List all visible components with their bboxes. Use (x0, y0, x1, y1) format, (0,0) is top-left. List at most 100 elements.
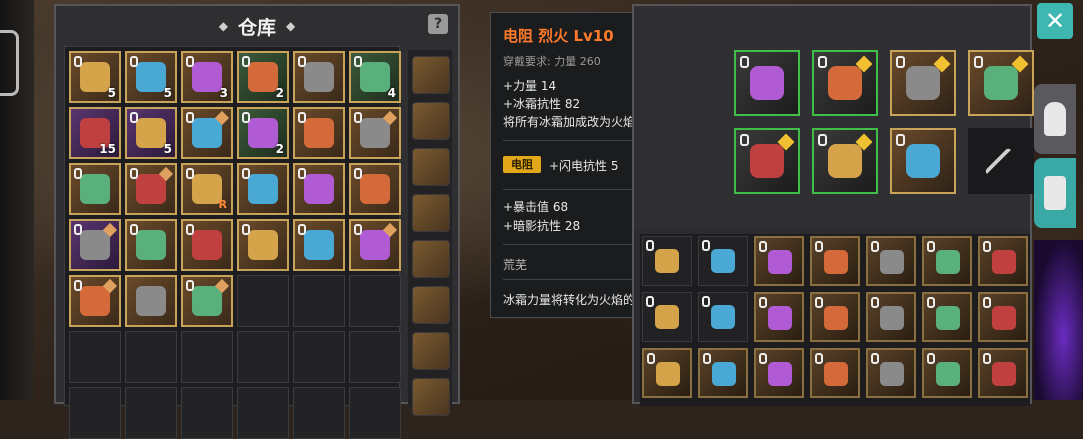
equipment-slot[interactable] (734, 128, 800, 194)
empty-slot[interactable] (181, 331, 233, 383)
empty-slot[interactable] (237, 275, 289, 327)
hex-side-button[interactable] (0, 30, 19, 96)
empty-slot[interactable] (181, 387, 233, 439)
side-item-slot[interactable] (412, 102, 450, 140)
empty-slot[interactable] (293, 275, 345, 327)
inventory-slot[interactable] (866, 292, 916, 342)
inventory-slot[interactable] (922, 292, 972, 342)
item-slot[interactable] (69, 219, 121, 271)
title-dot-right: ◆ (286, 19, 296, 33)
inventory-slot[interactable] (866, 236, 916, 286)
item-slot[interactable] (349, 107, 401, 159)
side-item-slot[interactable] (412, 286, 450, 324)
empty-slot[interactable] (293, 331, 345, 383)
inventory-slot[interactable] (754, 292, 804, 342)
side-item-slot[interactable] (412, 148, 450, 186)
side-item-slot[interactable] (412, 332, 450, 370)
item-slot[interactable]: 5 (69, 51, 121, 103)
item-slot[interactable] (125, 219, 177, 271)
item-slot[interactable]: 2 (237, 51, 289, 103)
inventory-slot[interactable] (810, 236, 860, 286)
lock-icon (983, 241, 991, 252)
item-slot[interactable] (181, 107, 233, 159)
inventory-slot[interactable] (978, 348, 1028, 398)
warehouse-grid: 5 5 3 2 4 15 5 2 R (64, 46, 401, 439)
item-slot[interactable] (125, 163, 177, 215)
empty-slot[interactable] (349, 387, 401, 439)
inventory-slot[interactable] (642, 292, 692, 342)
inventory-slot[interactable] (754, 236, 804, 286)
item-slot[interactable] (293, 107, 345, 159)
side-item-slot[interactable] (412, 378, 450, 416)
item-slot[interactable] (69, 163, 121, 215)
item-slot[interactable]: 5 (125, 51, 177, 103)
inventory-slot[interactable] (866, 348, 916, 398)
inventory-slot[interactable] (754, 348, 804, 398)
item-slot[interactable] (293, 163, 345, 215)
inventory-slot[interactable] (642, 236, 692, 286)
item-slot[interactable] (349, 219, 401, 271)
lock-icon (983, 297, 991, 308)
inventory-slot[interactable] (922, 236, 972, 286)
item-count: 3 (219, 86, 228, 100)
empty-slot[interactable] (69, 331, 121, 383)
item-slot[interactable] (69, 275, 121, 327)
item-slot[interactable] (181, 219, 233, 271)
inventory-slot[interactable] (810, 348, 860, 398)
item-slot[interactable] (293, 51, 345, 103)
inventory-slot[interactable] (810, 292, 860, 342)
item-slot[interactable] (181, 275, 233, 327)
item-slot[interactable]: R (181, 163, 233, 215)
equipment-slot[interactable] (890, 128, 956, 194)
inventory-slot[interactable] (698, 348, 748, 398)
item-slot[interactable]: 4 (349, 51, 401, 103)
side-item-slot[interactable] (412, 240, 450, 278)
equipment-slot[interactable] (812, 50, 878, 116)
item-slot[interactable] (293, 219, 345, 271)
item-slot[interactable] (237, 163, 289, 215)
empty-slot[interactable] (293, 387, 345, 439)
item-slot[interactable]: 2 (237, 107, 289, 159)
item-slot[interactable]: 3 (181, 51, 233, 103)
item-slot[interactable] (349, 163, 401, 215)
empty-slot[interactable] (237, 387, 289, 439)
inventory-slot[interactable] (698, 236, 748, 286)
close-icon[interactable]: ✕ (1037, 3, 1073, 39)
inventory-slot[interactable] (978, 292, 1028, 342)
empty-slot[interactable] (349, 331, 401, 383)
empty-slot[interactable] (69, 387, 121, 439)
help-icon[interactable]: ? (428, 14, 448, 34)
empty-slot[interactable] (125, 331, 177, 383)
side-item-slot[interactable] (412, 56, 450, 94)
side-item-slot[interactable] (412, 194, 450, 232)
item-slot[interactable]: 5 (125, 107, 177, 159)
lock-icon (242, 224, 250, 235)
inventory-slot[interactable] (642, 348, 692, 398)
item-slot[interactable] (125, 275, 177, 327)
empty-slot[interactable] (349, 275, 401, 327)
inventory-slot[interactable] (698, 292, 748, 342)
tab-armor[interactable] (1034, 158, 1076, 228)
item-icon (192, 118, 222, 148)
equipment-slot[interactable] (890, 50, 956, 116)
item-slot[interactable]: 15 (69, 107, 121, 159)
item-icon (360, 174, 390, 204)
inventory-item-icon (768, 306, 792, 330)
lock-icon (759, 241, 767, 252)
inventory-item-icon (655, 305, 679, 329)
item-slot[interactable] (237, 219, 289, 271)
equipment-slot[interactable] (968, 50, 1034, 116)
equipment-slot[interactable] (734, 50, 800, 116)
empty-slot[interactable] (237, 331, 289, 383)
lock-icon (702, 240, 710, 251)
equipment-slot[interactable] (812, 128, 878, 194)
weapon-slot[interactable] (968, 128, 1034, 194)
empty-slot[interactable] (125, 387, 177, 439)
inventory-slot[interactable] (978, 236, 1028, 286)
lock-icon (130, 224, 138, 235)
tab-helmet[interactable] (1034, 84, 1076, 154)
item-icon (80, 62, 110, 92)
item-count: 2 (275, 86, 284, 100)
inventory-slot[interactable] (922, 348, 972, 398)
equipment-icon (750, 144, 784, 178)
